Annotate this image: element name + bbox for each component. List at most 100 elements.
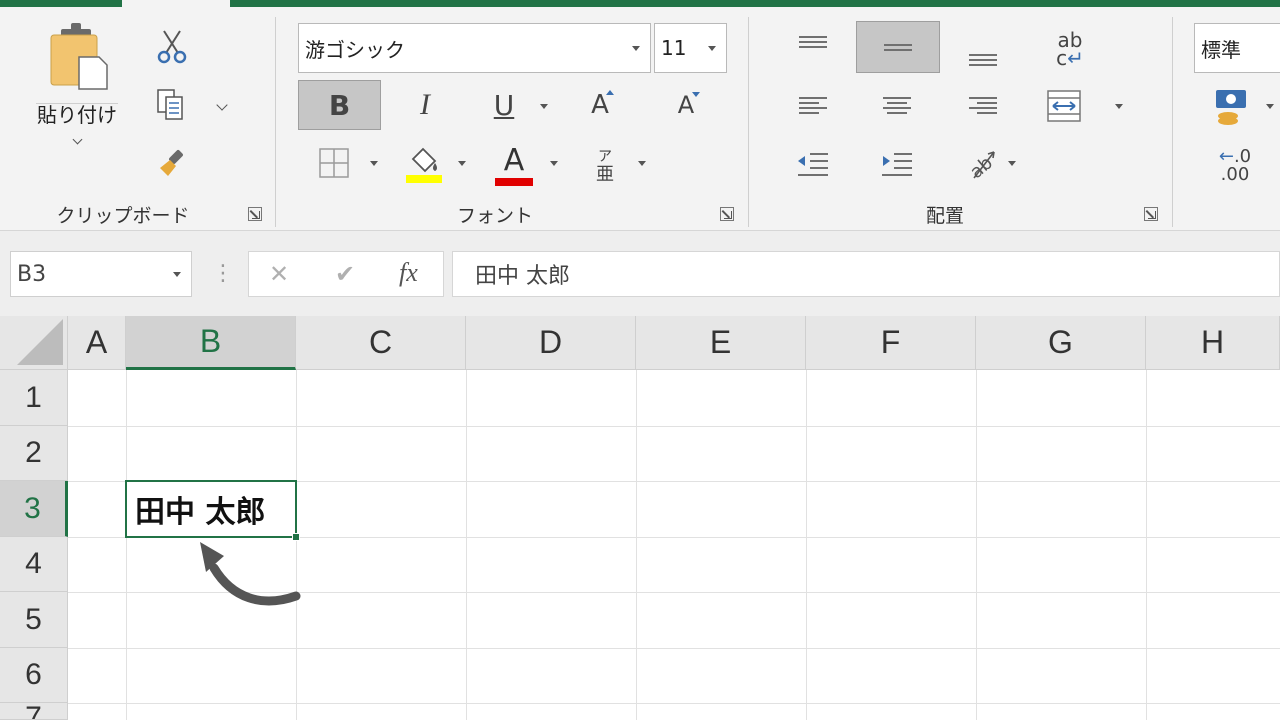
row-header-6[interactable]: 6 bbox=[0, 648, 68, 703]
row-header-4[interactable]: 4 bbox=[0, 537, 68, 592]
formula-input[interactable]: 田中 太郎 bbox=[452, 251, 1280, 297]
phonetic-guide-button[interactable]: ア 亜 bbox=[588, 143, 622, 189]
fill-color-button[interactable] bbox=[404, 143, 444, 185]
copy-button[interactable] bbox=[148, 85, 192, 125]
group-divider bbox=[275, 17, 276, 227]
column-header-g[interactable]: G bbox=[976, 316, 1146, 370]
accounting-format-button[interactable] bbox=[1210, 87, 1254, 129]
font-size-value: 11 bbox=[661, 36, 687, 60]
wrap-text-bottom-label: c↵ bbox=[1056, 46, 1084, 70]
caret-up-icon bbox=[606, 90, 614, 95]
pointer-arrow-icon bbox=[200, 542, 301, 606]
decrease-indent-button[interactable] bbox=[794, 147, 832, 181]
italic-button[interactable]: I bbox=[400, 80, 450, 130]
column-header-f[interactable]: F bbox=[806, 316, 976, 370]
column-header-e[interactable]: E bbox=[636, 316, 806, 370]
accounting-dropdown-icon[interactable] bbox=[1266, 104, 1274, 109]
active-cell-b3[interactable]: 田中 太郎 bbox=[125, 480, 300, 541]
row-header-3[interactable]: 3 bbox=[0, 481, 68, 537]
column-header-b[interactable]: B bbox=[126, 316, 296, 370]
chevron-down-icon bbox=[632, 46, 640, 51]
gridline bbox=[976, 370, 977, 720]
align-right-button[interactable] bbox=[964, 89, 1002, 121]
fill-color-dropdown-icon[interactable] bbox=[458, 161, 466, 166]
formula-bar-grip-icon[interactable]: ⋮ bbox=[212, 261, 234, 286]
select-all-button[interactable] bbox=[0, 316, 68, 370]
top-align-button[interactable] bbox=[794, 27, 832, 57]
gridline bbox=[68, 648, 1280, 649]
gridline bbox=[68, 426, 1280, 427]
column-header-h[interactable]: H bbox=[1146, 316, 1280, 370]
merge-dropdown-icon[interactable] bbox=[1115, 104, 1123, 109]
alignment-launcher-icon[interactable] bbox=[1144, 207, 1158, 221]
enter-icon[interactable]: ✔ bbox=[335, 260, 355, 288]
number-format-select[interactable]: 標準 bbox=[1194, 23, 1280, 73]
bold-button[interactable]: B bbox=[298, 80, 381, 130]
scissors-icon bbox=[157, 30, 187, 64]
font-color-button[interactable]: A bbox=[494, 143, 534, 189]
borders-dropdown-icon[interactable] bbox=[370, 161, 378, 166]
gridline bbox=[68, 703, 1280, 704]
name-box[interactable]: B3 bbox=[10, 251, 192, 297]
worksheet-grid: A B C D E F G H 1 2 3 4 5 6 7 田中 太郎 bbox=[0, 316, 1280, 720]
chevron-down-icon bbox=[72, 134, 82, 145]
number-format-value: 標準 bbox=[1201, 37, 1241, 62]
decimal-bottom-label: .00 bbox=[1220, 164, 1250, 185]
wrap-text-c: c bbox=[1056, 46, 1068, 70]
name-box-value: B3 bbox=[17, 261, 47, 287]
cut-button[interactable] bbox=[150, 27, 194, 67]
borders-button[interactable] bbox=[316, 145, 352, 181]
chevron-down-icon bbox=[708, 46, 716, 51]
formula-buttons: ✕ ✔ fx bbox=[248, 251, 444, 297]
font-color-dropdown-icon[interactable] bbox=[550, 161, 558, 166]
increase-indent-button[interactable] bbox=[878, 147, 916, 181]
chevron-down-icon bbox=[173, 272, 181, 277]
gridline bbox=[806, 370, 807, 720]
row-header-7[interactable]: 7 bbox=[0, 703, 68, 720]
column-header-d[interactable]: D bbox=[466, 316, 636, 370]
row-header-5[interactable]: 5 bbox=[0, 592, 68, 648]
font-size-select[interactable]: 11 bbox=[654, 23, 727, 73]
middle-align-icon bbox=[884, 41, 912, 54]
insert-function-button[interactable]: fx bbox=[399, 258, 418, 288]
gridline bbox=[126, 370, 127, 720]
paste-icon bbox=[50, 23, 108, 90]
copy-dropdown-icon[interactable] bbox=[216, 99, 228, 111]
column-header-a[interactable]: A bbox=[68, 316, 126, 370]
copy-icon bbox=[157, 89, 183, 120]
format-painter-icon bbox=[160, 150, 183, 176]
merge-center-button[interactable] bbox=[1044, 87, 1084, 125]
middle-align-button[interactable] bbox=[856, 21, 940, 73]
font-name-select[interactable]: 游ゴシック bbox=[298, 23, 651, 73]
font-group-label: フォント bbox=[456, 205, 533, 227]
grow-font-button[interactable]: A bbox=[580, 80, 620, 130]
bold-label: B bbox=[328, 88, 351, 122]
column-header-c[interactable]: C bbox=[296, 316, 466, 370]
underline-dropdown-icon[interactable] bbox=[540, 104, 548, 109]
text-orientation-icon: ab bbox=[966, 151, 997, 182]
align-left-button[interactable] bbox=[794, 89, 832, 121]
bottom-align-icon bbox=[969, 51, 997, 69]
wrap-text-button[interactable]: ab c↵ bbox=[1048, 27, 1092, 71]
format-painter-button[interactable] bbox=[150, 143, 194, 183]
orientation-button[interactable]: ab bbox=[962, 143, 1002, 185]
row-header-1[interactable]: 1 bbox=[0, 370, 68, 426]
align-center-button[interactable] bbox=[878, 89, 916, 121]
gridline bbox=[636, 370, 637, 720]
shrink-font-button[interactable]: A bbox=[666, 80, 706, 130]
phonetic-bottom-label: 亜 bbox=[596, 164, 614, 185]
underline-label: U bbox=[493, 88, 515, 122]
row-header-2[interactable]: 2 bbox=[0, 426, 68, 481]
alignment-group-label: 配置 bbox=[925, 205, 964, 227]
underline-button[interactable]: U bbox=[482, 80, 526, 130]
clipboard-launcher-icon[interactable] bbox=[248, 207, 262, 221]
bottom-align-button[interactable] bbox=[964, 45, 1002, 75]
cancel-icon[interactable]: ✕ bbox=[269, 260, 289, 288]
orientation-dropdown-icon[interactable] bbox=[1008, 161, 1016, 166]
home-tab-marker[interactable] bbox=[122, 0, 230, 7]
font-launcher-icon[interactable] bbox=[720, 207, 734, 221]
paste-button[interactable]: 貼り付け bbox=[34, 21, 120, 171]
font-color-label: A bbox=[503, 143, 525, 178]
increase-decimal-button[interactable]: ←.0 .00 bbox=[1212, 145, 1258, 187]
phonetic-dropdown-icon[interactable] bbox=[638, 161, 646, 166]
